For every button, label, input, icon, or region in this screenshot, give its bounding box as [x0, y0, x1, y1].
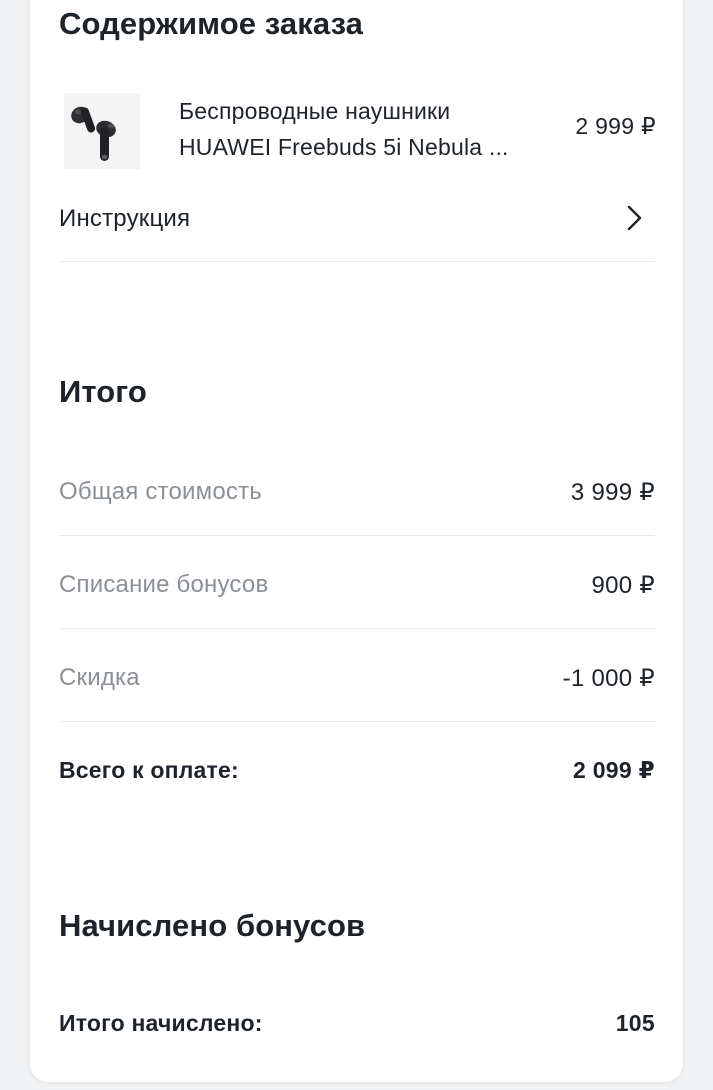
order-details-card: Содержимое заказа Беспроводные наушники …	[30, 0, 683, 1082]
chevron-right-icon	[627, 205, 642, 231]
bonuses-accrued-value: 105	[615, 1010, 655, 1036]
product-name[interactable]: Беспроводные наушники HUAWEI Freebuds 5i…	[179, 93, 549, 165]
instruction-link[interactable]: Инструкция	[59, 205, 655, 262]
bonus-writeoff-value: 900 ₽	[591, 572, 655, 599]
order-item[interactable]: Беспроводные наушники HUAWEI Freebuds 5i…	[64, 93, 656, 169]
summary-row-total-cost: Общая стоимость 3 999 ₽	[59, 442, 655, 536]
amount-due-label: Всего к оплате:	[59, 757, 239, 783]
amount-due-value: 2 099 ₽	[572, 757, 655, 783]
earbuds-icon	[71, 106, 116, 161]
bonuses-accrued-label: Итого начислено:	[59, 1010, 263, 1036]
totals-title: Итого	[59, 374, 147, 409]
total-cost-value: 3 999 ₽	[570, 479, 655, 506]
product-price: 2 999 ₽	[575, 113, 656, 139]
discount-label: Скидка	[59, 664, 140, 691]
summary-row-bonuses-accrued: Итого начислено: 105	[59, 976, 655, 1069]
product-name-line2: HUAWEI Freebuds 5i Nebula ...	[179, 134, 509, 160]
total-cost-label: Общая стоимость	[59, 478, 262, 505]
bonus-writeoff-label: Списание бонусов	[59, 571, 269, 598]
summary-row-amount-due: Всего к оплате: 2 099 ₽	[59, 721, 655, 814]
product-thumbnail[interactable]	[64, 93, 140, 169]
bonuses-title: Начислено бонусов	[59, 908, 366, 943]
summary-row-bonus-writeoff: Списание бонусов 900 ₽	[59, 535, 655, 629]
product-name-line1: Беспроводные наушники	[179, 98, 451, 124]
discount-value: -1 000 ₽	[562, 665, 655, 692]
instruction-label: Инструкция	[59, 205, 191, 232]
order-contents-title: Содержимое заказа	[59, 6, 364, 41]
summary-row-discount: Скидка -1 000 ₽	[59, 628, 655, 722]
